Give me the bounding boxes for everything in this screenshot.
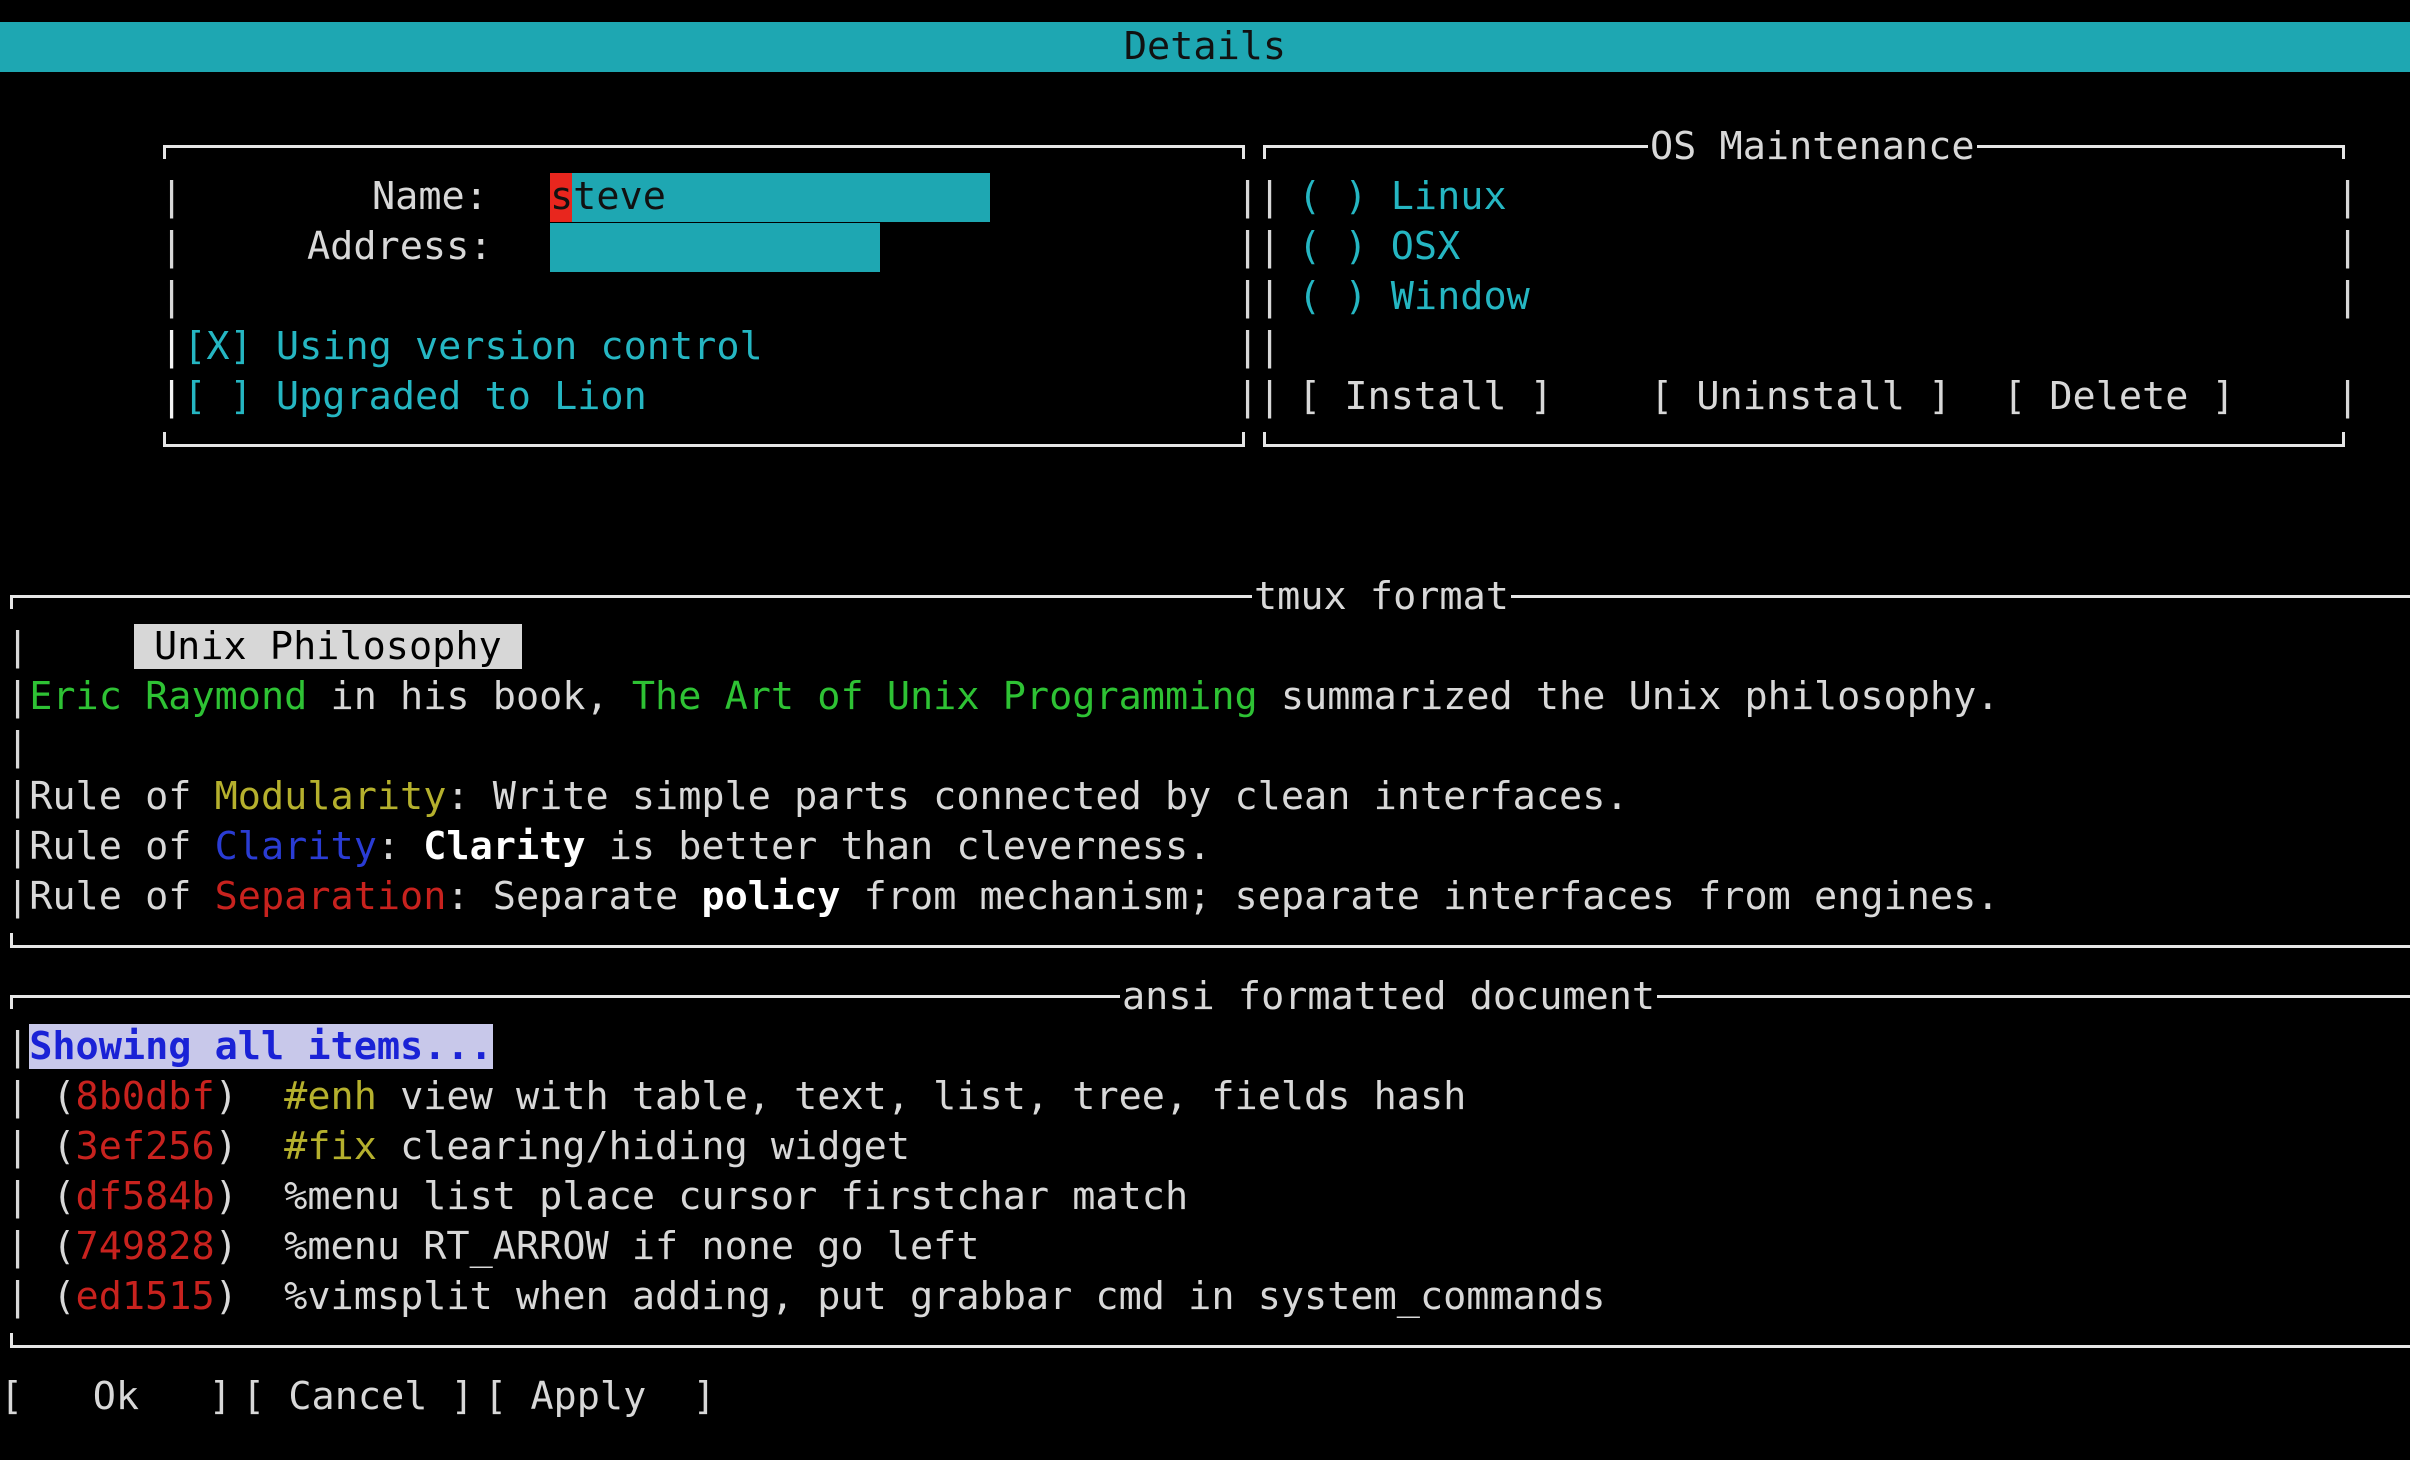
left-border-glyph: | [1258,374,1282,419]
checkbox-version-control[interactable]: |[X] Using version control [160,322,763,372]
section-border [10,1345,2410,1348]
left-border-glyph: | [160,224,184,269]
box-border [2342,145,2345,159]
box-border [163,145,1245,148]
name-value: steve [550,174,666,219]
radio-window[interactable]: ( ) Window [1298,272,1530,322]
radio-label: Linux [1390,174,1507,219]
commit-message: view with table, text, list, tree, field… [376,1074,1467,1119]
right-border-glyph: | [2336,374,2360,419]
right-border-glyph: | [1236,274,1260,319]
radio-mark: ( ) [1298,274,1368,319]
radio-mark: ( ) [1298,174,1368,219]
cancel-button[interactable]: [ Cancel ] [242,1372,474,1422]
left-border-glyph: | [160,174,184,219]
checkbox-mark: [X] [183,324,253,369]
commit-message: %menu RT_ARROW if none go left [284,1224,980,1269]
commit-hash: 8b0dbf [75,1074,215,1119]
commit-tag: #fix [284,1124,377,1169]
right-border-glyph: | [1236,374,1260,419]
section-border [10,595,2410,598]
window-title-bar: Details [0,22,2410,72]
right-border-glyph: | [1236,174,1260,219]
philosophy-heading: Unix Philosophy [134,622,522,672]
left-border-glyph: | [1258,274,1282,319]
commit-tag: #enh [284,1074,377,1119]
ansi-document-title: ansi formatted document [1120,972,1658,1022]
left-border-glyph: | [1258,324,1282,369]
box-border [163,444,1245,447]
left-border-glyph: | [6,624,30,669]
rule-modularity: |Rule of Modularity: Write simple parts … [6,774,1629,819]
section-border [10,945,2410,948]
box-border [1242,432,1245,446]
commit-hash: df584b [75,1174,215,1219]
right-border-glyph: | [2336,224,2360,269]
install-button[interactable]: [ Install ] [1298,372,1553,422]
name-label: Name: [372,174,488,219]
commit-hash: 3ef256 [75,1124,215,1169]
box-border [1242,145,1245,159]
radio-linux[interactable]: ( ) Linux [1298,172,1507,222]
left-border-glyph: | [160,274,184,319]
box-border [2342,432,2345,446]
ok-button[interactable]: [ Ok ] [0,1372,232,1422]
uninstall-button[interactable]: [ Uninstall ] [1650,372,1951,422]
right-border-glyph: | [2336,174,2360,219]
list-item[interactable]: | (8b0dbf) #enh view with table, text, l… [6,1072,1466,1122]
checkbox-upgraded-lion[interactable]: |[ ] Upgraded to Lion [160,372,647,422]
list-item[interactable]: | (749828) %menu RT_ARROW if none go lef… [6,1222,980,1272]
section-border [10,595,13,609]
book-title: The Art of Unix Programming [631,674,1258,719]
right-border-glyph: | [1236,324,1260,369]
commit-message: %menu list place cursor firstchar match [284,1174,1189,1219]
box-border [1263,444,2345,447]
delete-button[interactable]: [ Delete ] [2003,372,2235,422]
box-border [163,145,166,159]
checkbox-label: Using version control [275,324,763,369]
address-field[interactable] [550,223,880,272]
raymond-line: |Eric Raymond in his book, The Art of Un… [6,674,2000,719]
checkbox-label: Upgraded to Lion [275,374,647,419]
apply-button[interactable]: [ Apply ] [484,1372,716,1422]
list-item[interactable]: | (3ef256) #fix clearing/hiding widget [6,1122,910,1172]
list-item[interactable]: | (ed1515) %vimsplit when adding, put gr… [6,1272,1605,1322]
radio-label: OSX [1390,224,1461,269]
radio-mark: ( ) [1298,224,1368,269]
commit-hash: 749828 [75,1224,215,1269]
address-label: Address: [307,224,493,269]
commit-message: clearing/hiding widget [376,1124,911,1169]
radio-osx[interactable]: ( ) OSX [1298,222,1460,272]
status-text: Showing all items... [29,1024,493,1069]
right-border-glyph: | [1236,224,1260,269]
radio-label: Window [1390,274,1530,319]
box-border [1263,432,1266,446]
commit-message: %vimsplit when adding, put grabbar cmd i… [284,1274,1606,1319]
author-name: Eric Raymond [29,674,308,719]
rule-clarity: |Rule of Clarity: Clarity is better than… [6,824,1212,869]
rule-separation: |Rule of Separation: Separate policy fro… [6,874,2000,919]
list-item[interactable]: | (df584b) %menu list place cursor first… [6,1172,1188,1222]
section-border [10,1333,13,1347]
checkbox-mark: [ ] [183,374,253,419]
tmux-format-title: tmux format [1252,572,1511,622]
left-border-glyph: | [1258,174,1282,219]
os-maintenance-title: OS Maintenance [1648,122,1977,172]
section-border [10,995,13,1009]
window-title: Details [1123,24,1287,69]
left-border-glyph: | [6,724,30,769]
left-border-glyph: | [1258,224,1282,269]
commit-hash: ed1515 [75,1274,215,1319]
status-line: |Showing all items... [6,1024,493,1069]
right-border-glyph: | [2336,274,2360,319]
box-border [1263,145,1266,159]
box-border [163,432,166,446]
section-border [10,933,13,947]
